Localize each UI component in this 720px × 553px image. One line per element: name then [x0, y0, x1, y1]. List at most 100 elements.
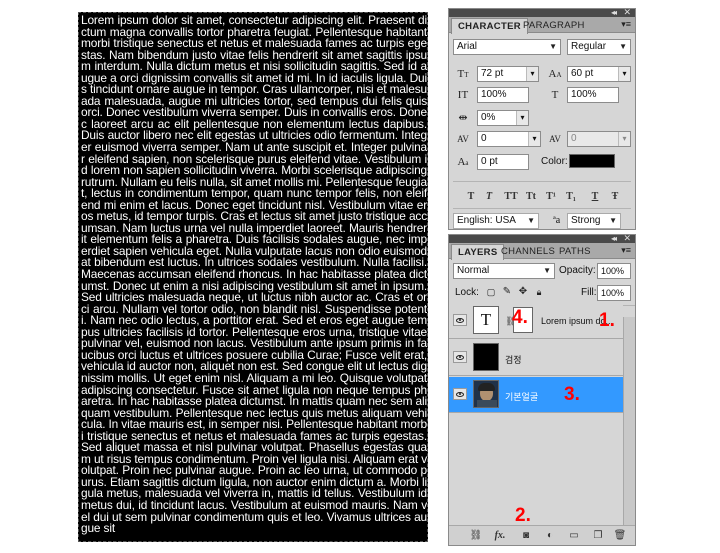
layer-row-fill[interactable]: 검정 [449, 340, 623, 376]
font-family-value: Arial [457, 41, 478, 52]
faux-bold-button[interactable]: T [463, 190, 479, 204]
layer-thumbnail [473, 343, 499, 371]
language-value: English: USA [457, 215, 516, 226]
collapse-icon[interactable]: ◂◂ [611, 234, 617, 243]
vertical-scale-icon: IT [457, 89, 469, 101]
opacity-field[interactable]: 100% [597, 263, 631, 279]
annotation-4: 4. [512, 307, 528, 328]
collapse-icon[interactable]: ◂◂ [611, 8, 617, 17]
panel-titlebar[interactable]: ◂◂ ✕ [449, 233, 635, 243]
antialias-icon: ªa [553, 215, 561, 226]
face-thumbnail [473, 380, 499, 408]
link-icon[interactable]: ⛓ [469, 529, 483, 542]
tab-paths[interactable]: PATHS [553, 244, 597, 259]
chevron-down-icon: ▼ [543, 266, 551, 275]
visibility-eye-icon[interactable] [453, 351, 467, 363]
document-canvas[interactable]: Lorem ipsum dolor sit amet, consectetur … [78, 12, 428, 542]
lock-position-icon[interactable]: ✥ [515, 284, 531, 300]
blend-mode-value: Normal [457, 265, 490, 276]
lock-image-icon[interactable]: ✎ [499, 284, 515, 300]
vertical-scale-value: 100% [481, 89, 507, 100]
tab-channels[interactable]: CHANNELS [495, 244, 561, 259]
divider [453, 208, 631, 209]
lock-label: Lock: [455, 287, 479, 298]
antialias-value: Strong [571, 215, 601, 226]
fill-field[interactable]: 100% [597, 285, 631, 301]
kerning-icon: ⇹ [458, 112, 468, 124]
new-layer-icon[interactable]: ❐ [591, 529, 605, 542]
divider [453, 181, 631, 182]
underline-button[interactable]: T [587, 190, 603, 204]
chevron-down-icon[interactable]: ▾ [528, 132, 540, 146]
tracking-field[interactable]: 0 ▾ [477, 131, 541, 147]
chevron-down-icon: ▼ [609, 216, 617, 225]
subscript-button[interactable]: T₁ [563, 190, 579, 204]
mask-icon[interactable]: ◙ [519, 529, 533, 542]
canvas-text-block[interactable]: Lorem ipsum dolor sit amet, consectetur … [81, 14, 427, 535]
all-caps-button[interactable]: TT [503, 190, 519, 204]
lock-transparent-icon[interactable]: ▢ [483, 284, 499, 300]
kerning-value: 0% [481, 112, 496, 123]
tracking-value: 0 [481, 133, 487, 144]
tracking-right-icon: AV [549, 134, 561, 144]
small-caps-button[interactable]: Tt [523, 190, 539, 204]
opacity-value: 100% [601, 266, 625, 276]
font-style-select[interactable]: Regular ▼ [567, 39, 631, 55]
leading-value: 60 pt [571, 68, 594, 79]
layers-scrollbar[interactable] [623, 317, 635, 527]
baseline-shift-field[interactable]: 0 pt [477, 154, 529, 170]
layer-row-text[interactable]: T ⛓ 4. Lorem ipsum do... 1. [449, 303, 623, 339]
layers-tabbar: LAYERS CHANNELS PATHS ▾≡ [449, 243, 635, 260]
horizontal-scale-icon: T [551, 89, 559, 101]
fill-label: Fill: [581, 287, 597, 298]
leading-icon: AA [548, 68, 562, 80]
tracking-right-value: 0 [571, 133, 577, 144]
panel-menu-icon[interactable]: ▾≡ [621, 19, 631, 30]
faux-italic-button[interactable]: T [481, 190, 497, 204]
chevron-down-icon: ▼ [527, 216, 535, 225]
annotation-2: 2. [515, 505, 531, 526]
visibility-eye-icon[interactable] [453, 314, 467, 326]
kerning-field[interactable]: 0% ▾ [477, 110, 529, 126]
font-style-value: Regular [571, 41, 607, 52]
folder-icon[interactable]: ▭ [567, 529, 581, 542]
layer-name: 검정 [505, 355, 522, 365]
strikethrough-button[interactable]: Ŧ [607, 190, 623, 204]
text-color-swatch[interactable] [569, 154, 615, 168]
antialias-select[interactable]: Strong ▼ [567, 213, 621, 229]
character-tabbar: CHARACTER PARAGRAPH ▾≡ [449, 17, 635, 34]
tracking-right-field[interactable]: 0 ▾ [567, 131, 631, 147]
panel-menu-icon[interactable]: ▾≡ [621, 245, 631, 256]
visibility-eye-icon[interactable] [453, 388, 467, 400]
trash-icon[interactable]: 🗑︎ [613, 529, 627, 542]
chevron-down-icon: ▼ [549, 42, 557, 51]
layer-name: 기본얼굴 [505, 392, 539, 402]
blend-mode-select[interactable]: Normal ▼ [453, 263, 555, 279]
annotation-1: 1. [599, 310, 615, 331]
leading-field[interactable]: 60 pt ▾ [567, 66, 631, 82]
horizontal-scale-field[interactable]: 100% [567, 87, 619, 103]
chevron-down-icon[interactable]: ▾ [618, 132, 630, 146]
fx-icon[interactable]: fx. [493, 529, 507, 542]
baseline-shift-icon: Aa [457, 156, 469, 168]
font-size-field[interactable]: 72 pt ▾ [477, 66, 539, 82]
opacity-label: Opacity: [559, 265, 596, 276]
adjustment-icon[interactable]: ◐ [543, 529, 557, 542]
lock-all-icon[interactable]: 🔒︎ [531, 284, 547, 300]
text-layer-icon: T [473, 306, 499, 334]
layer-row-image[interactable]: 기본얼굴 3. [449, 377, 623, 413]
chevron-down-icon[interactable]: ▾ [516, 111, 528, 125]
baseline-shift-value: 0 pt [481, 156, 498, 167]
color-label: Color: [541, 156, 568, 167]
panel-titlebar[interactable]: ◂◂ ✕ [449, 7, 635, 17]
font-family-select[interactable]: Arial ▼ [453, 39, 561, 55]
fill-value: 100% [601, 288, 625, 298]
font-size-value: 72 pt [481, 68, 504, 79]
chevron-down-icon: ▼ [619, 42, 627, 51]
chevron-down-icon[interactable]: ▾ [618, 67, 630, 81]
chevron-down-icon[interactable]: ▾ [526, 67, 538, 81]
superscript-button[interactable]: T¹ [543, 190, 559, 204]
language-select[interactable]: English: USA ▼ [453, 213, 539, 229]
vertical-scale-field[interactable]: 100% [477, 87, 529, 103]
tab-paragraph[interactable]: PARAGRAPH [517, 18, 591, 33]
